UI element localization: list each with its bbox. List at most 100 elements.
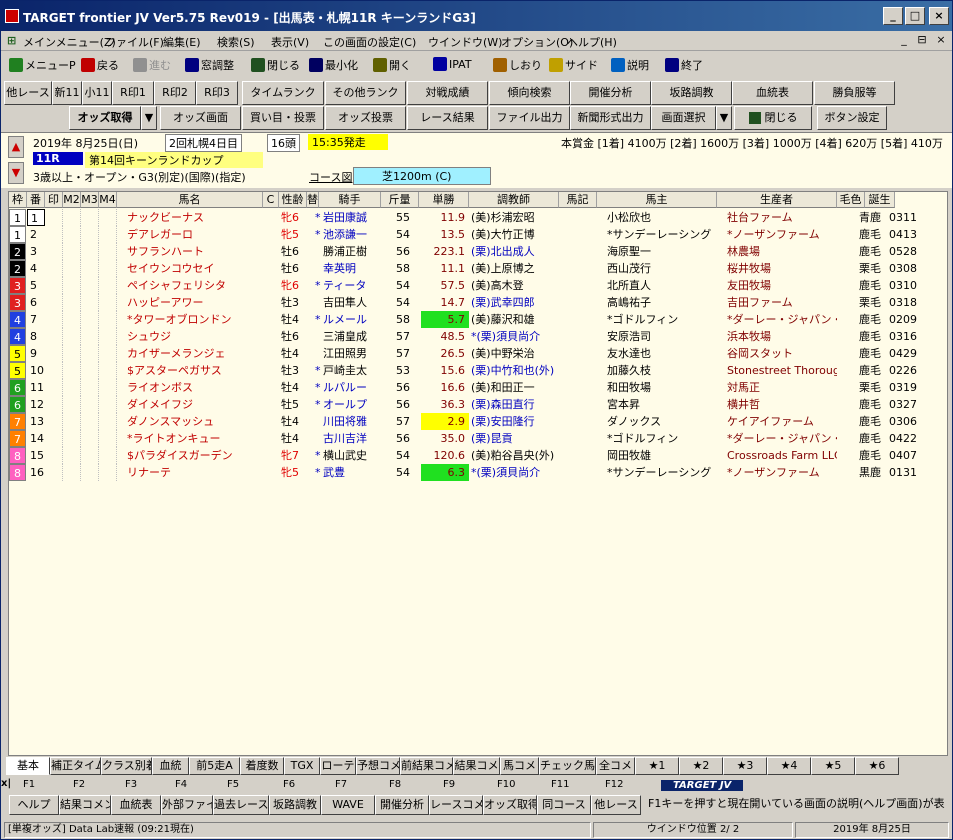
owner-cell[interactable]: *サンデーレーシング (607, 226, 717, 243)
mark-cell[interactable] (99, 396, 117, 413)
mark-cell[interactable] (45, 226, 63, 243)
mark-cell[interactable] (81, 311, 99, 328)
breeder-cell[interactable]: ケイアイファーム (727, 413, 837, 430)
jockey-cell[interactable]: 幸英明 (323, 260, 383, 277)
mark-cell[interactable] (45, 379, 63, 396)
jockey-cell[interactable]: 川田将雅 (323, 413, 383, 430)
close-button[interactable]: × (929, 7, 949, 25)
mark-cell[interactable] (45, 345, 63, 362)
breeder-cell[interactable]: Crossroads Farm LLC (727, 447, 837, 464)
tab-15[interactable]: ★2 (679, 757, 723, 775)
mark-cell[interactable] (99, 447, 117, 464)
table-row[interactable]: 6 12 ダイメイフジ 牡5 * オールプ 56 36.3 (栗)森田直行 宮本昇 横井哲 鹿毛 032… (9, 396, 947, 413)
nav-button-5[interactable]: R印3 (196, 81, 238, 105)
owner-cell[interactable]: 海原聖一 (607, 243, 717, 260)
tab-14[interactable]: ★1 (635, 757, 679, 775)
horse-name-cell[interactable]: リナーテ (127, 464, 267, 481)
mark-cell[interactable] (45, 447, 63, 464)
mark-cell[interactable] (63, 464, 81, 481)
mark-cell[interactable] (63, 396, 81, 413)
col-header-win-odds[interactable]: 単勝 (419, 192, 469, 208)
mdi-close-button[interactable]: × (933, 33, 949, 48)
mark-cell[interactable] (81, 277, 99, 294)
owner-cell[interactable]: *ゴドルフィン (607, 311, 717, 328)
mark-cell[interactable] (63, 362, 81, 379)
table-row[interactable]: 7 13 ダノンスマッシュ 牡4 川田将雅 57 2.9 (栗)安田隆行 ダノックス ケイアイファ… (9, 413, 947, 430)
toolbar-pat-button[interactable]: IPAT (433, 57, 472, 71)
mark-cell[interactable] (45, 311, 63, 328)
tab-18[interactable]: ★5 (811, 757, 855, 775)
mark-cell[interactable] (81, 379, 99, 396)
horse-name-cell[interactable]: $パラダイスガーデン (127, 447, 267, 464)
trainer-cell[interactable]: (栗)森田直行 (471, 396, 563, 413)
col-header-kae[interactable]: 替 (307, 192, 319, 208)
nav-button-13[interactable]: 勝負服等 (814, 81, 895, 105)
jockey-cell[interactable]: ルメール (323, 311, 383, 328)
fkey-button-f7[interactable]: WAVE (321, 795, 375, 815)
mark-cell[interactable] (45, 362, 63, 379)
breeder-cell[interactable]: 対馬正 (727, 379, 837, 396)
mark-cell[interactable] (99, 328, 117, 345)
mark-cell[interactable] (45, 277, 63, 294)
table-row[interactable]: 3 6 ハッピーアワー 牡3 吉田隼人 54 14.7 (栗)武幸四郎 高嶋祐子 吉田ファーム 栗毛… (9, 294, 947, 311)
button-settings-button[interactable]: ボタン設定 (817, 106, 887, 130)
jockey-cell[interactable]: 三浦皇成 (323, 328, 383, 345)
mark-cell[interactable] (81, 243, 99, 260)
tab-5[interactable]: 着度数 (240, 757, 284, 775)
menu-view[interactable]: 表示(V) (271, 34, 309, 50)
trainer-cell[interactable]: (栗)北出成人 (471, 243, 563, 260)
fkey-button-f5[interactable]: 過去レース (213, 795, 269, 815)
horse-name-cell[interactable]: サフランハート (127, 243, 267, 260)
breeder-cell[interactable]: 吉田ファーム (727, 294, 837, 311)
toolbar-menu-button[interactable]: メニューP (9, 57, 76, 73)
horse-name-cell[interactable]: ナックビーナス (127, 209, 267, 226)
fkey-button-f6[interactable]: 坂路調教 (269, 795, 321, 815)
mark-cell[interactable] (45, 209, 63, 226)
mark-cell[interactable] (81, 328, 99, 345)
jockey-cell[interactable]: 勝浦正樹 (323, 243, 383, 260)
nav2-button-0[interactable]: オッズ画面 (160, 106, 241, 130)
breeder-cell[interactable]: 谷岡スタット (727, 345, 837, 362)
mark-cell[interactable] (45, 243, 63, 260)
owner-cell[interactable]: ダノックス (607, 413, 717, 430)
mark-cell[interactable] (63, 209, 81, 226)
tab-6[interactable]: TGX (284, 757, 320, 775)
mark-cell[interactable] (99, 362, 117, 379)
mark-cell[interactable] (81, 362, 99, 379)
tab-4[interactable]: 前5走A (189, 757, 240, 775)
horse-name-cell[interactable]: デアレガーロ (127, 226, 267, 243)
mark-cell[interactable] (45, 328, 63, 345)
trainer-cell[interactable]: (美)上原博之 (471, 260, 563, 277)
tab-11[interactable]: 馬コメ (500, 757, 539, 775)
owner-cell[interactable]: 北所直人 (607, 277, 717, 294)
col-header-birth[interactable]: 誕生 (865, 192, 895, 208)
mark-cell[interactable] (99, 379, 117, 396)
mark-cell[interactable] (63, 430, 81, 447)
fkey-button-f11[interactable]: 同コース (537, 795, 591, 815)
jockey-cell[interactable]: 吉田隼人 (323, 294, 383, 311)
nav-button-10[interactable]: 開催分析 (570, 81, 651, 105)
col-header-weight[interactable]: 斤量 (381, 192, 419, 208)
horse-name-cell[interactable]: *タワーオブロンドン (127, 311, 267, 328)
trainer-cell[interactable]: *(栗)須貝尚介 (471, 328, 563, 345)
mark-cell[interactable] (81, 430, 99, 447)
nav2-button-5[interactable]: 新聞形式出力 (570, 106, 651, 130)
nav-button-9[interactable]: 傾向検索 (489, 81, 570, 105)
toolbar-minimize-button[interactable]: 最小化 (309, 57, 358, 73)
table-row[interactable]: 2 3 サフランハート 牡6 勝浦正樹 56 223.1 (栗)北出成人 海原聖一 林農場 鹿毛 05… (9, 243, 947, 260)
trainer-cell[interactable]: (美)大竹正博 (471, 226, 563, 243)
fkey-button-f8[interactable]: 開催分析 (375, 795, 429, 815)
menu-edit[interactable]: 編集(E) (163, 34, 201, 50)
mark-cell[interactable] (99, 294, 117, 311)
nav-button-7[interactable]: その他ランク (325, 81, 406, 105)
nav-button-3[interactable]: R印1 (112, 81, 154, 105)
mark-cell[interactable] (63, 413, 81, 430)
nav-button-0[interactable]: 他レース (4, 81, 52, 105)
trainer-cell[interactable]: (美)粕谷昌央(外) (471, 447, 563, 464)
tab-7[interactable]: ローテ (320, 757, 356, 775)
owner-cell[interactable]: 友水達也 (607, 345, 717, 362)
mark-cell[interactable] (99, 345, 117, 362)
col-header-trainer[interactable]: 調教師 (469, 192, 559, 208)
owner-cell[interactable]: 西山茂行 (607, 260, 717, 277)
horse-name-cell[interactable]: ダノンスマッシュ (127, 413, 267, 430)
